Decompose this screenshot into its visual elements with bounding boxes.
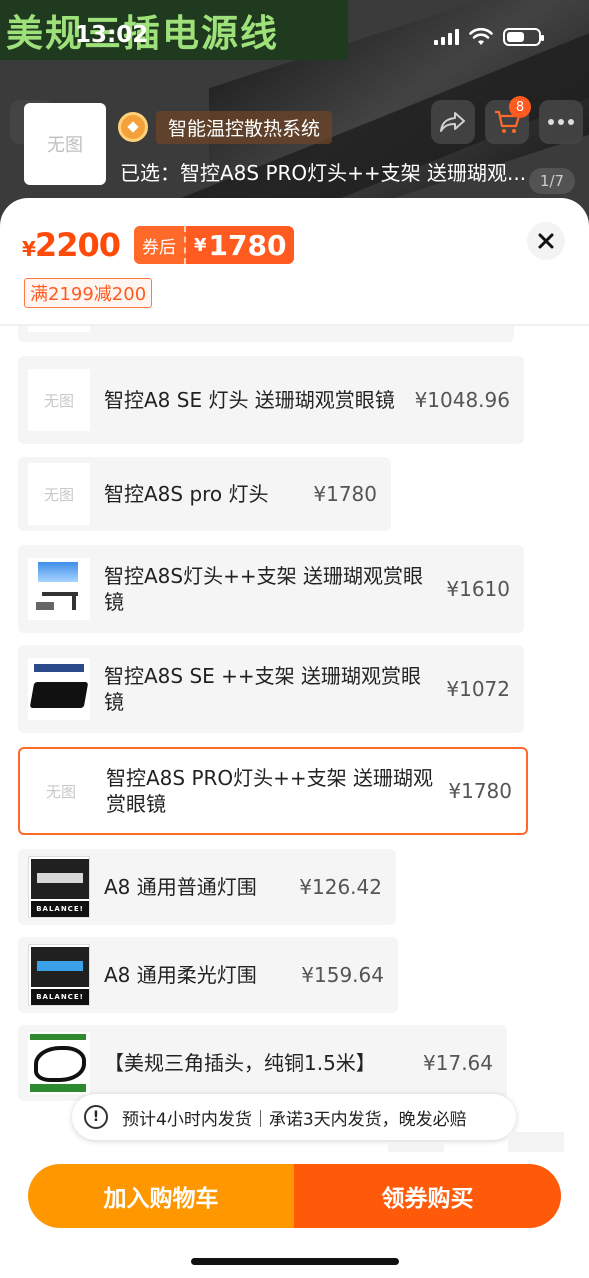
medal-icon — [118, 112, 148, 142]
sku-option-thumb: 无图 — [28, 369, 90, 431]
more-button[interactable] — [539, 100, 583, 144]
sku-option-name: A8 通用柔光灯围 — [104, 963, 257, 987]
currency-symbol: ¥ — [22, 237, 36, 261]
sku-selection-sheet: ¥2200 券后 ¥1780 满2199减200 无图 智控A8 SE 灯头 送… — [0, 198, 589, 1278]
close-button[interactable] — [527, 222, 565, 260]
coupon-price-tag: 券后 ¥1780 — [133, 226, 295, 264]
after-coupon-price: 1780 — [208, 228, 287, 262]
thumb-brand-label: BALANCE! — [31, 989, 89, 1005]
wifi-icon — [469, 28, 493, 45]
sku-option-name: 【美规三角插头，纯铜1.5米】 — [104, 1051, 376, 1075]
sku-option-thumb: BALANCE! — [28, 944, 90, 1006]
sku-option-price: ¥126.42 — [299, 875, 382, 899]
close-icon — [538, 233, 554, 249]
discount-chip: 满2199减200 — [24, 278, 153, 308]
info-icon: ! — [84, 1105, 108, 1129]
home-indicator[interactable] — [191, 1258, 399, 1265]
sku-option-price: ¥17.64 — [423, 1051, 493, 1075]
sku-option-thumb: 无图 — [28, 463, 90, 525]
more-icon — [548, 119, 574, 125]
sku-option[interactable]: BALANCE! A8 通用柔光灯围 ¥159.64 — [18, 937, 398, 1013]
sku-option-price: ¥1072 — [446, 677, 510, 701]
share-icon — [440, 112, 465, 132]
sku-option-thumb — [28, 1032, 90, 1094]
feature-badge-text: 智能温控散热系统 — [156, 110, 333, 144]
buy-with-coupon-button[interactable]: 领券购买 — [294, 1164, 561, 1228]
sku-option-selected[interactable]: 无图 智控A8S PRO灯头++支架 送珊瑚观赏眼镜 ¥1780 — [18, 747, 528, 835]
thumb-brand-label: BALANCE! — [31, 901, 89, 917]
selected-sku-text: 已选：智控A8S PRO灯头++支架 送珊瑚观... — [120, 161, 527, 185]
sku-option-thumb — [28, 658, 90, 720]
sku-option-name: 智控A8S pro 灯头 — [104, 482, 269, 506]
sku-option-price: ¥1048.96 — [414, 388, 510, 412]
sku-option[interactable]: 智控A8S灯头++支架 送珊瑚观赏眼镜 ¥1610 — [18, 545, 524, 633]
sku-option[interactable]: 智控A8S SE ++支架 送珊瑚观赏眼镜 ¥1072 — [18, 645, 524, 733]
original-price-value: 2200 — [34, 226, 121, 264]
shipping-note: ! 预计4小时内发货｜承诺3天内发货，晚发必赔 — [72, 1094, 516, 1140]
cellular-signal-icon — [434, 29, 459, 45]
price-row: ¥2200 券后 ¥1780 — [22, 226, 295, 264]
sku-option-partial[interactable] — [18, 326, 514, 342]
sku-option[interactable]: 【美规三角插头，纯铜1.5米】 ¥17.64 — [18, 1025, 507, 1101]
sku-option-price: ¥1780 — [448, 779, 512, 803]
action-bar: 加入购物车 领券购买 — [28, 1164, 561, 1228]
currency-symbol: ¥ — [193, 234, 207, 256]
sku-option[interactable]: 无图 智控A8 SE 灯头 送珊瑚观赏眼镜 ¥1048.96 — [18, 356, 524, 444]
sku-option-price: ¥1780 — [313, 482, 377, 506]
selected-sku-thumbnail: 无图 — [24, 103, 106, 185]
sku-option-name: 智控A8S SE ++支架 送珊瑚观赏眼镜 — [104, 664, 422, 714]
sku-option-price: ¥159.64 — [301, 963, 384, 987]
sku-option[interactable]: BALANCE! A8 通用普通灯围 ¥126.42 — [18, 849, 396, 925]
sku-option-name: 智控A8 SE 灯头 送珊瑚观赏眼镜 — [104, 388, 395, 412]
coupon-label: 券后 — [133, 226, 186, 264]
feature-badge: 智能温控散热系统 — [118, 110, 333, 144]
cart-button[interactable]: 8 — [485, 96, 531, 144]
original-price: ¥2200 — [22, 226, 121, 264]
sku-option[interactable]: 无图 智控A8S pro 灯头 ¥1780 — [18, 457, 391, 531]
sku-option-name: 智控A8S PRO灯头++支架 送珊瑚观赏眼镜 — [106, 766, 434, 816]
share-button[interactable] — [431, 100, 475, 144]
status-bar: 13:02 — [0, 22, 589, 68]
sku-option-name: A8 通用普通灯围 — [104, 875, 257, 899]
sku-option-thumb: 无图 — [30, 760, 92, 822]
battery-icon — [503, 28, 544, 46]
shipping-note-text: 预计4小时内发货｜承诺3天内发货，晚发必赔 — [122, 1109, 467, 1130]
cart-count-badge: 8 — [509, 96, 531, 118]
add-to-cart-button[interactable]: 加入购物车 — [28, 1164, 294, 1228]
sku-option-price: ¥1610 — [446, 577, 510, 601]
sku-option-thumb — [28, 558, 90, 620]
sku-option-name: 智控A8S灯头++支架 送珊瑚观赏眼镜 — [104, 564, 423, 614]
sku-option-thumb: BALANCE! — [28, 856, 90, 918]
status-time: 13:02 — [75, 22, 149, 48]
